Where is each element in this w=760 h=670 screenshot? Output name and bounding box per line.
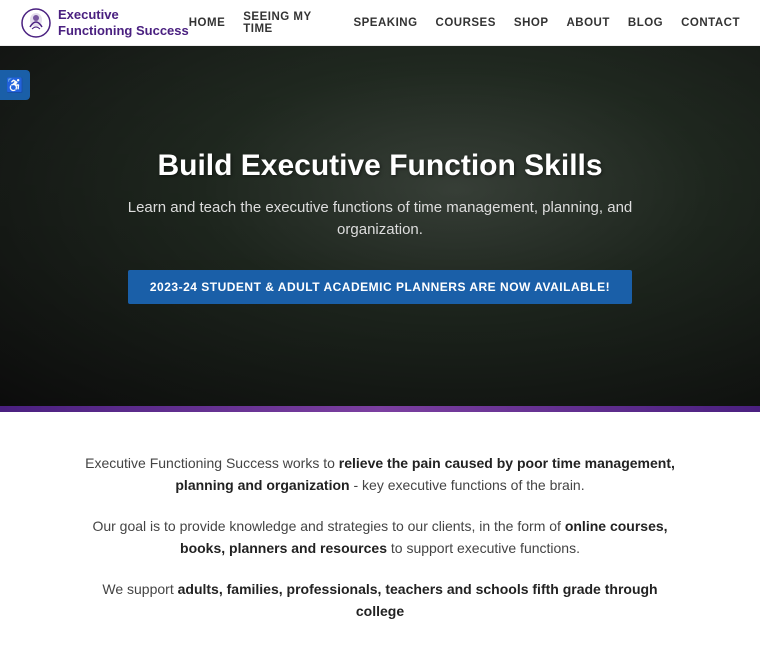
accessibility-button[interactable]: ♿	[0, 70, 30, 100]
hero-subtitle: Learn and teach the executive functions …	[120, 197, 640, 242]
nav-courses[interactable]: COURSES	[436, 17, 496, 29]
hero-content: Build Executive Function Skills Learn an…	[100, 129, 660, 324]
nav-about[interactable]: ABOUT	[567, 17, 610, 29]
para2-post: to support executive functions.	[387, 540, 580, 556]
para1-pre: Executive Functioning Success works to	[85, 455, 339, 471]
hero-cta-button[interactable]: 2023-24 STUDENT & ADULT ACADEMIC PLANNER…	[128, 270, 632, 304]
para1-post: - key executive functions of the brain.	[350, 477, 585, 493]
para2-pre: Our goal is to provide knowledge and str…	[92, 518, 564, 534]
hero-section: Build Executive Function Skills Learn an…	[0, 46, 760, 406]
header: Executive Functioning Success HOME SEEIN…	[0, 0, 760, 46]
hero-title: Build Executive Function Skills	[120, 149, 640, 183]
logo[interactable]: Executive Functioning Success	[20, 7, 189, 39]
nav-seeing-my-time[interactable]: SEEING MY TIME	[243, 11, 335, 35]
nav-speaking[interactable]: SPEAKING	[353, 17, 417, 29]
logo-icon	[20, 7, 52, 39]
content-paragraph-2: Our goal is to provide knowledge and str…	[80, 515, 680, 560]
nav-blog[interactable]: BLOG	[628, 17, 663, 29]
content-paragraph-1: Executive Functioning Success works to r…	[80, 452, 680, 497]
content-section: Executive Functioning Success works to r…	[0, 412, 760, 670]
main-nav: HOME SEEING MY TIME SPEAKING COURSES SHO…	[189, 11, 740, 35]
logo-text: Executive Functioning Success	[58, 7, 189, 38]
nav-home[interactable]: HOME	[189, 17, 226, 29]
nav-contact[interactable]: CONTACT	[681, 17, 740, 29]
para3-pre: We support	[102, 581, 177, 597]
nav-shop[interactable]: SHOP	[514, 17, 549, 29]
